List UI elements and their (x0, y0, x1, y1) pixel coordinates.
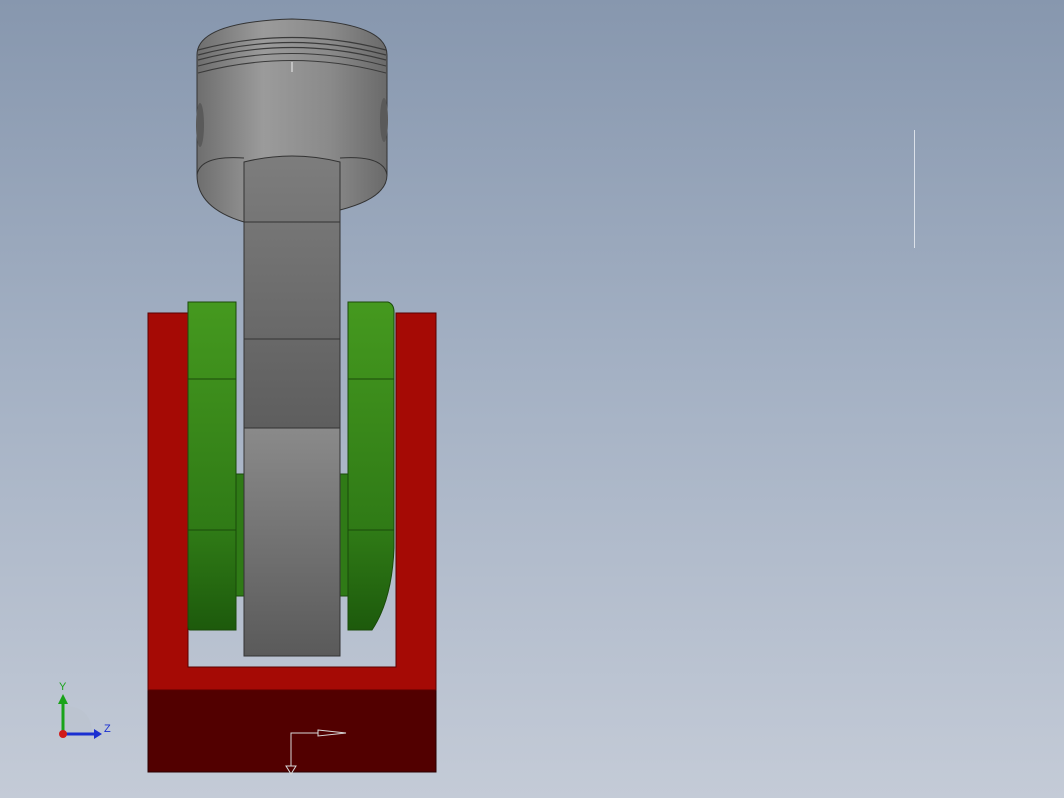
x-axis-icon (59, 730, 67, 738)
reference-triad[interactable]: Y Z (52, 676, 122, 746)
graphics-viewport[interactable]: Y Z (0, 0, 1064, 798)
connecting-rod-part[interactable] (243, 155, 341, 657)
triad-plane-icon (63, 706, 92, 734)
view-marker-line (914, 130, 915, 248)
z-axis-label: Z (104, 723, 111, 735)
y-axis-label: Y (59, 681, 67, 693)
base-block[interactable] (147, 689, 437, 773)
model-view[interactable] (0, 0, 1064, 798)
